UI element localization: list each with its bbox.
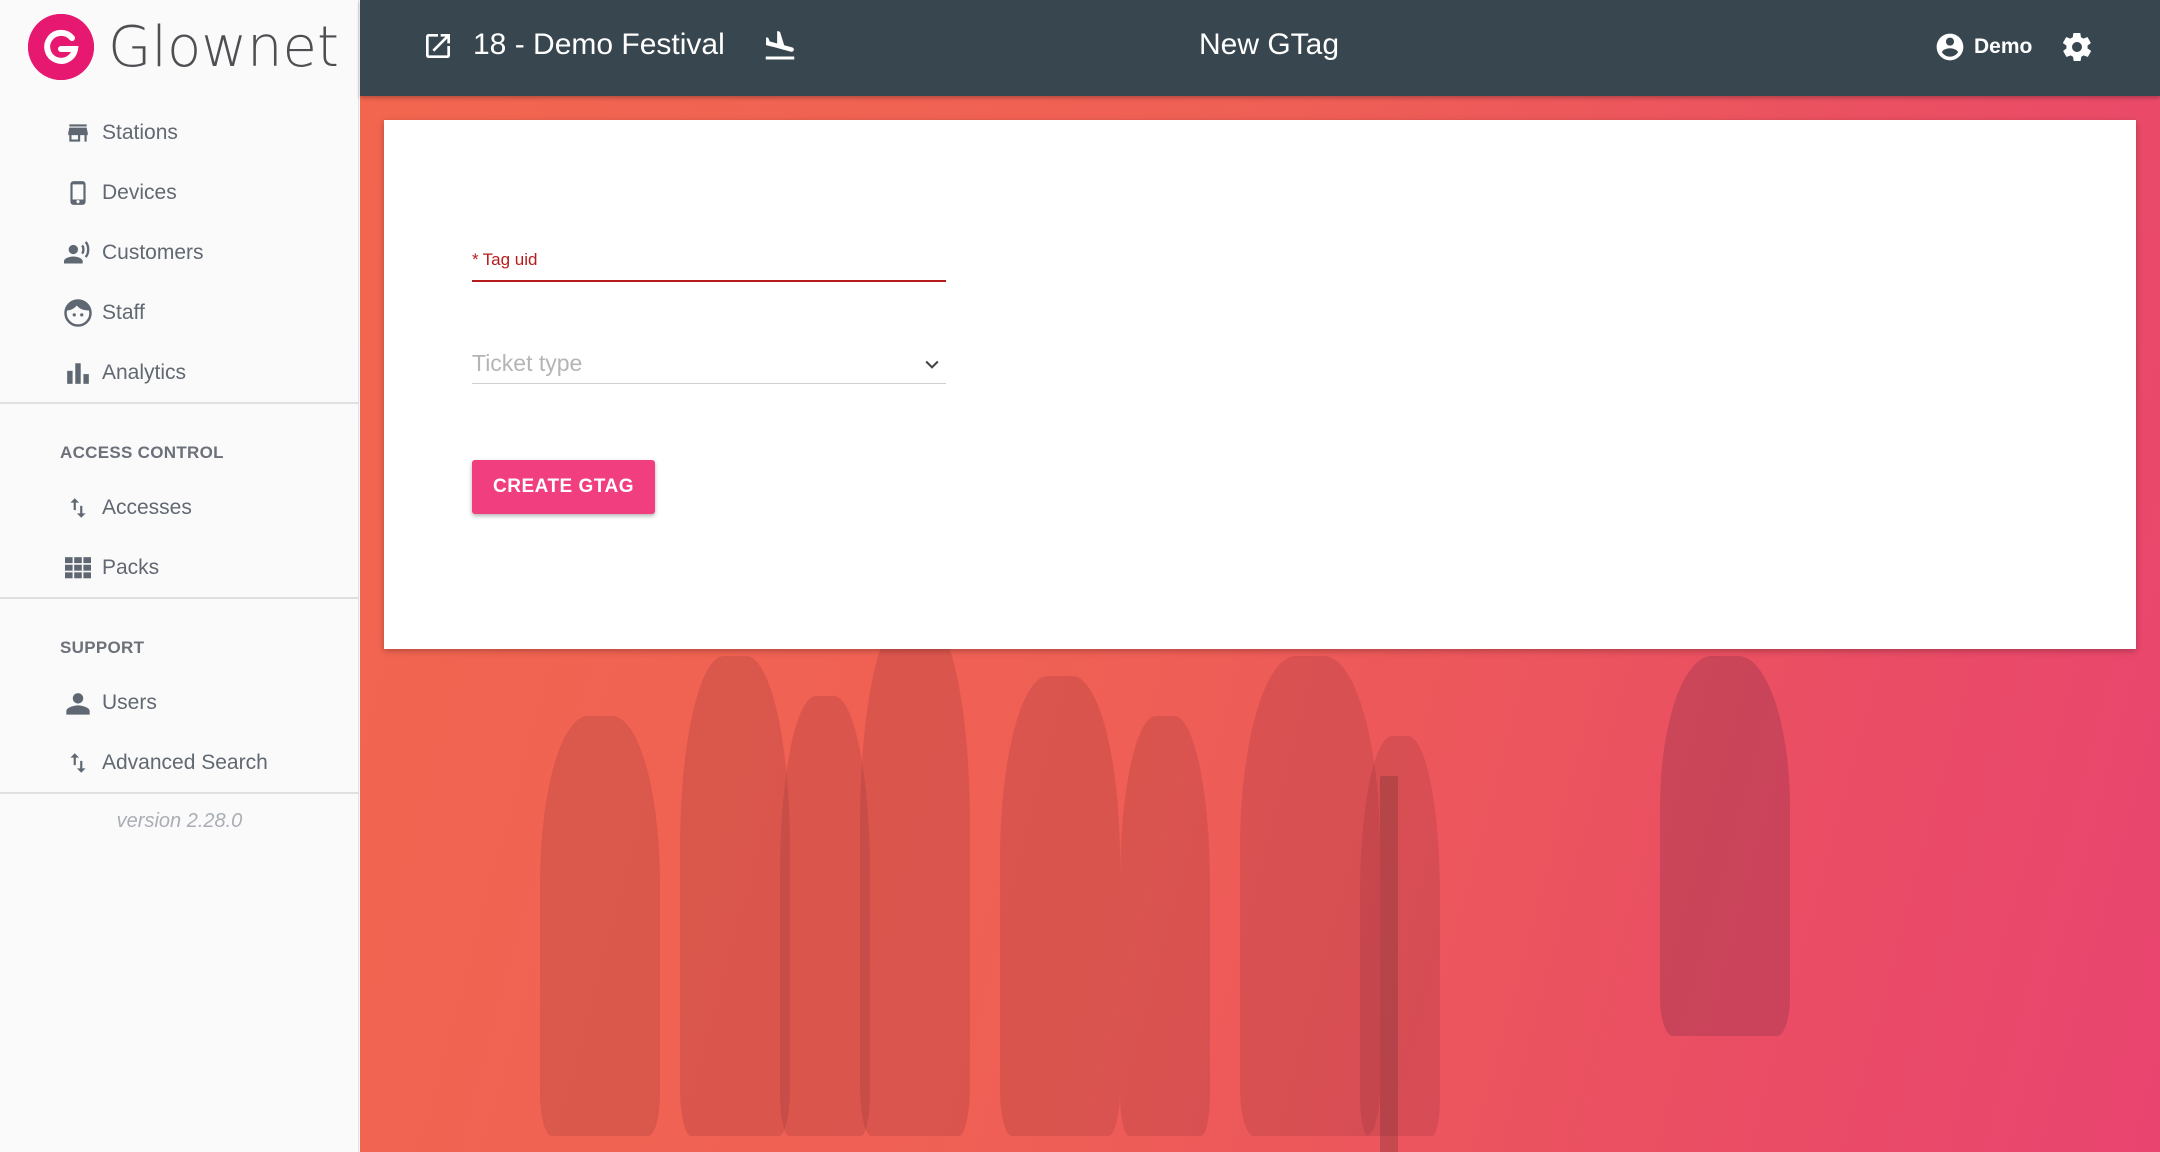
- store-icon: [62, 117, 94, 149]
- sidebar-item-advanced-search[interactable]: Advanced Search: [0, 733, 359, 793]
- sidebar-item-label: Analytics: [102, 361, 187, 384]
- grid-icon: [62, 552, 94, 584]
- sidebar-item-label: Users: [102, 691, 157, 714]
- open-in-new-icon[interactable]: [422, 30, 454, 62]
- bar-chart-icon: [62, 357, 94, 389]
- chevron-down-icon: [922, 354, 942, 374]
- customers-icon: [62, 237, 94, 269]
- sidebar-divider: [0, 597, 359, 599]
- brand-name: Glownet: [108, 14, 339, 80]
- sidebar-item-accesses[interactable]: Accesses: [0, 478, 359, 538]
- sidebar-item-staff[interactable]: Staff: [0, 283, 359, 343]
- account-circle-icon[interactable]: [1934, 31, 1966, 63]
- sidebar-item-users[interactable]: Users: [0, 673, 359, 733]
- ticket-type-placeholder: Ticket type: [472, 350, 583, 376]
- face-icon: [62, 297, 94, 329]
- sidebar-item-devices[interactable]: Devices: [0, 163, 359, 223]
- top-bar: 18 - Demo Festival New GTag Demo: [360, 0, 2160, 96]
- main-nav: Stations Devices Customers Staff Analyti…: [0, 103, 359, 403]
- create-gtag-button[interactable]: CREATE GTAG: [472, 460, 655, 514]
- ticket-type-select[interactable]: Ticket type: [472, 342, 946, 384]
- sidebar-item-label: Devices: [102, 181, 177, 204]
- tag-uid-label: * Tag uid: [472, 250, 537, 270]
- tag-uid-label-text: Tag uid: [482, 250, 538, 269]
- sidebar-item-label: Staff: [102, 301, 145, 324]
- sidebar-item-label: Stations: [102, 121, 178, 144]
- section-title-access-control: ACCESS CONTROL: [60, 443, 224, 462]
- sidebar-item-label: Accesses: [102, 496, 192, 519]
- sidebar-item-customers[interactable]: Customers: [0, 223, 359, 283]
- support-nav: Users Advanced Search: [0, 673, 359, 793]
- sidebar-item-stations[interactable]: Stations: [0, 103, 359, 163]
- sidebar-item-label: Packs: [102, 556, 160, 579]
- event-name[interactable]: 18 - Demo Festival: [473, 28, 725, 62]
- new-gtag-form-card: * Tag uid Ticket type CREATE GTAG: [384, 120, 2136, 649]
- person-icon: [62, 687, 94, 719]
- sidebar-item-label: Customers: [102, 241, 204, 264]
- sidebar-divider: [0, 792, 359, 794]
- glownet-logo-icon: [28, 14, 94, 80]
- app-version: version 2.28.0: [116, 810, 243, 832]
- sidebar-item-label: Advanced Search: [102, 751, 268, 774]
- swap-vertical-icon: [62, 492, 94, 524]
- sidebar-divider: [0, 402, 359, 404]
- tag-uid-field[interactable]: * Tag uid: [472, 248, 946, 282]
- swap-vertical-icon: [62, 747, 94, 779]
- section-title-support: SUPPORT: [60, 638, 145, 657]
- sidebar-item-analytics[interactable]: Analytics: [0, 343, 359, 403]
- flight-land-icon[interactable]: [762, 28, 798, 64]
- sidebar-item-packs[interactable]: Packs: [0, 538, 359, 598]
- page-title: New GTag: [1198, 28, 1340, 61]
- gear-icon[interactable]: [2060, 30, 2094, 64]
- user-name[interactable]: Demo: [1974, 35, 2032, 59]
- phone-icon: [62, 177, 94, 209]
- brand-logo[interactable]: Glownet: [28, 14, 339, 80]
- sidebar: Glownet Stations Devices Customers Staff: [0, 0, 359, 1152]
- required-mark: *: [472, 250, 479, 269]
- access-control-nav: Accesses Packs: [0, 478, 359, 598]
